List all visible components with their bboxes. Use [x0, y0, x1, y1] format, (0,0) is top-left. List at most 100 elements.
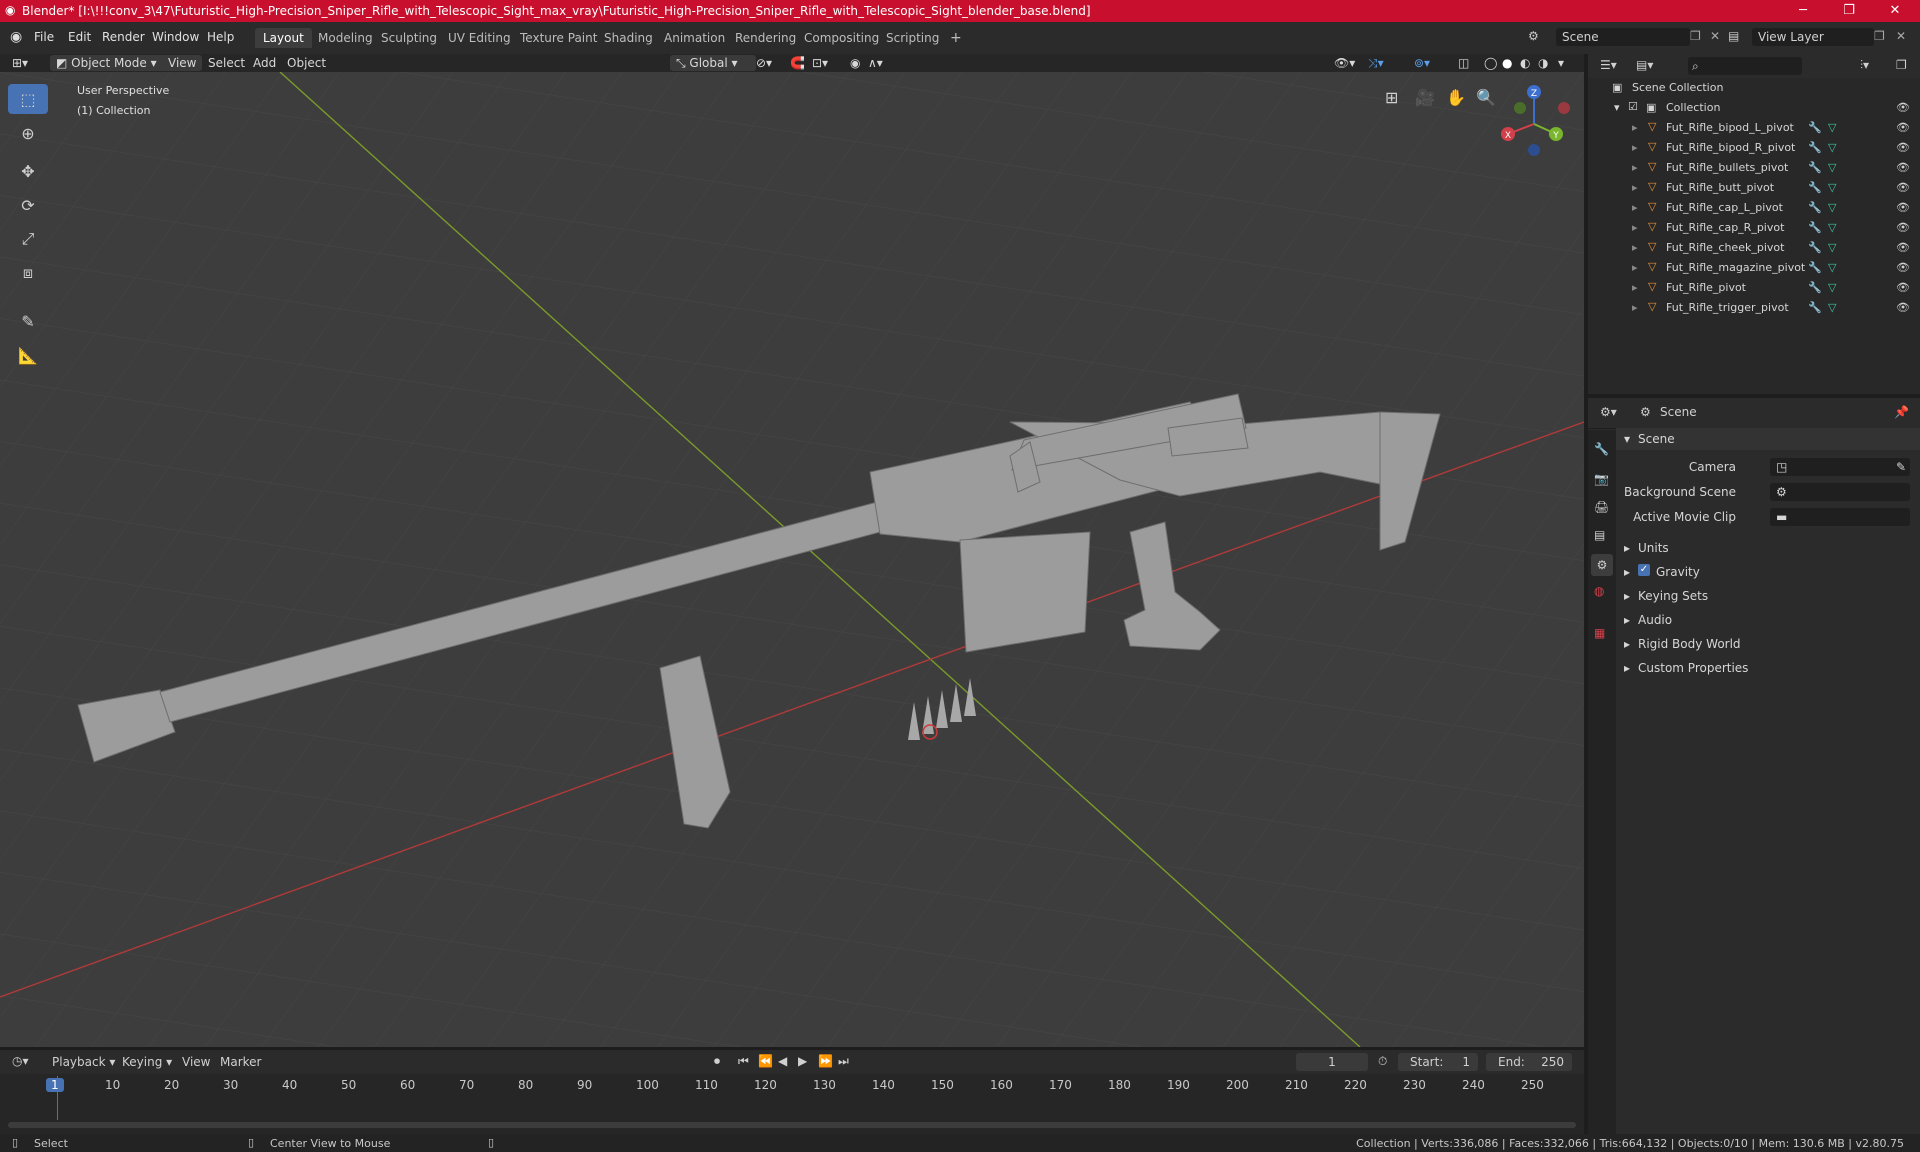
zoom-view-icon[interactable]: 🔍: [1476, 88, 1496, 107]
stopwatch-icon[interactable]: ⏱: [1378, 1054, 1387, 1069]
visibility-eye-icon[interactable]: 👁: [1896, 221, 1910, 234]
mesh-data-icon[interactable]: ▽: [1828, 121, 1836, 134]
world-tab-icon[interactable]: ◍: [1594, 584, 1604, 598]
jump-end-icon[interactable]: ⏭: [838, 1054, 849, 1069]
visibility-eye-icon[interactable]: 👁: [1896, 301, 1910, 314]
visibility-eye-icon[interactable]: 👁: [1896, 241, 1910, 254]
view-layer-tab-icon[interactable]: ▤: [1594, 528, 1605, 542]
menu-help[interactable]: Help: [207, 30, 234, 44]
outliner-object-row[interactable]: ▸ ▽ Fut_Rifle_bipod_L_pivot 🔧 ▽ 👁: [1588, 118, 1920, 138]
xray-toggle-icon[interactable]: ◫: [1458, 55, 1469, 71]
next-keyframe-icon[interactable]: ⏩: [818, 1054, 833, 1068]
tab-compositing[interactable]: Compositing: [796, 28, 887, 48]
delete-scene-icon[interactable]: ✕: [1710, 29, 1720, 43]
gizmo-toggle-icon[interactable]: ⤨▾: [1368, 55, 1384, 71]
outliner-collection[interactable]: ▾ ☑ ▣ Collection 👁: [1588, 98, 1920, 118]
expand-icon[interactable]: ▸: [1632, 241, 1638, 254]
camera-view-icon[interactable]: 🎥: [1415, 88, 1435, 107]
tab-texture-paint[interactable]: Texture Paint: [512, 28, 605, 48]
outliner-object-row[interactable]: ▸ ▽ Fut_Rifle_bullets_pivot 🔧 ▽ 👁: [1588, 158, 1920, 178]
outliner-object-row[interactable]: ▸ ▽ Fut_Rifle_cap_R_pivot 🔧 ▽ 👁: [1588, 218, 1920, 238]
tab-animation[interactable]: Animation: [656, 28, 733, 48]
scene-selector[interactable]: Scene: [1556, 28, 1690, 46]
display-mode-icon[interactable]: ☰▾: [1600, 58, 1617, 72]
record-icon[interactable]: ⏺: [714, 1054, 720, 1069]
visibility-eye-icon[interactable]: 👁: [1896, 161, 1910, 174]
scene-subpanel-audio[interactable]: ▸ Audio: [1616, 609, 1920, 631]
snap-icon[interactable]: 🧲: [790, 55, 805, 71]
eyedropper-icon[interactable]: ✎: [1896, 458, 1906, 476]
expand-icon[interactable]: ▸: [1632, 141, 1638, 154]
modifier-wrench-icon[interactable]: 🔧: [1808, 301, 1822, 314]
rendered-shading-icon[interactable]: ◑: [1538, 55, 1548, 71]
mesh-data-icon[interactable]: ▽: [1828, 161, 1836, 174]
3d-viewport[interactable]: User Perspective (1) Collection ⊞ 🎥 ✋ 🔍 …: [0, 72, 1584, 1047]
background-scene-field[interactable]: ⚙: [1770, 483, 1910, 501]
tool-tab-icon[interactable]: 🔧: [1594, 442, 1609, 456]
viewport-menu-select[interactable]: Select: [208, 55, 245, 71]
rifle-magazine[interactable]: [959, 531, 1091, 653]
mesh-data-icon[interactable]: ▽: [1828, 201, 1836, 214]
menu-window[interactable]: Window: [152, 30, 199, 44]
scene-subpanel-keying-sets[interactable]: ▸ Keying Sets: [1616, 585, 1920, 607]
expand-icon[interactable]: ▸: [1632, 301, 1638, 314]
modifier-wrench-icon[interactable]: 🔧: [1808, 201, 1822, 214]
collection-checkbox[interactable]: ☑: [1628, 100, 1638, 113]
modifier-wrench-icon[interactable]: 🔧: [1808, 121, 1822, 134]
modifier-wrench-icon[interactable]: 🔧: [1808, 241, 1822, 254]
blender-menu-icon[interactable]: ◉: [10, 29, 22, 45]
visibility-icon[interactable]: 👁▾: [1334, 55, 1355, 71]
expand-icon[interactable]: ▸: [1632, 281, 1638, 294]
texture-tab-icon[interactable]: ▦: [1594, 626, 1605, 640]
current-frame-field[interactable]: 1: [1296, 1053, 1368, 1071]
scene-subpanel-gravity[interactable]: ▸ ✓ Gravity: [1616, 561, 1920, 583]
play-icon[interactable]: ▶: [798, 1054, 807, 1068]
expand-icon[interactable]: ▸: [1632, 181, 1638, 194]
new-collection-icon[interactable]: ❐: [1896, 58, 1907, 72]
scene-subpanel-rigid-body-world[interactable]: ▸ Rigid Body World: [1616, 633, 1920, 655]
timeline-editor-icon[interactable]: ◷▾: [12, 1054, 29, 1068]
delete-view-layer-icon[interactable]: ✕: [1896, 29, 1906, 43]
material-shading-icon[interactable]: ◐: [1520, 55, 1530, 71]
add-workspace-icon[interactable]: +: [942, 28, 970, 48]
wireframe-shading-icon[interactable]: ◯: [1484, 55, 1497, 71]
tab-modeling[interactable]: Modeling: [310, 28, 381, 48]
expand-icon[interactable]: ▸: [1632, 161, 1638, 174]
scene-panel-header[interactable]: ▾ Scene: [1616, 428, 1920, 450]
pin-icon[interactable]: 📌: [1894, 405, 1909, 419]
scale-tool[interactable]: ⤢: [8, 224, 48, 254]
visibility-eye-icon[interactable]: 👁: [1896, 261, 1910, 274]
viewport-menu-view[interactable]: View: [168, 55, 196, 71]
expand-icon[interactable]: ▸: [1632, 221, 1638, 234]
modifier-wrench-icon[interactable]: 🔧: [1808, 221, 1822, 234]
filter-icon[interactable]: ⫶▾: [1860, 58, 1869, 73]
outliner-object-row[interactable]: ▸ ▽ Fut_Rifle_bipod_R_pivot 🔧 ▽ 👁: [1588, 138, 1920, 158]
expand-icon[interactable]: ▸: [1632, 121, 1638, 134]
transform-tool[interactable]: ⧈: [8, 258, 48, 288]
viewport-menu-object[interactable]: Object: [287, 55, 326, 71]
timeline-menu-marker[interactable]: Marker: [220, 1055, 261, 1069]
mesh-data-icon[interactable]: ▽: [1828, 241, 1836, 254]
tab-rendering[interactable]: Rendering: [727, 28, 804, 48]
timeline-scrollbar[interactable]: [8, 1122, 1576, 1128]
tab-scripting[interactable]: Scripting: [878, 28, 947, 48]
rotate-tool[interactable]: ⟳: [8, 190, 48, 220]
jump-start-icon[interactable]: ⏮: [738, 1054, 749, 1069]
mesh-data-icon[interactable]: ▽: [1828, 261, 1836, 274]
collapse-icon[interactable]: ▾: [1614, 101, 1620, 114]
expand-icon[interactable]: ▸: [1632, 201, 1638, 214]
play-reverse-icon[interactable]: ◀: [778, 1054, 787, 1068]
mesh-data-icon[interactable]: ▽: [1828, 221, 1836, 234]
navigation-gizmo[interactable]: Z Y X: [1494, 84, 1574, 164]
annotate-tool[interactable]: ✎: [8, 306, 48, 336]
new-view-layer-icon[interactable]: ❐: [1874, 29, 1885, 43]
cursor-tool[interactable]: ⊕: [8, 118, 48, 148]
prev-keyframe-icon[interactable]: ⏪: [758, 1054, 773, 1068]
modifier-wrench-icon[interactable]: 🔧: [1808, 161, 1822, 174]
mesh-data-icon[interactable]: ▽: [1828, 141, 1836, 154]
menu-render[interactable]: Render: [102, 30, 145, 44]
pivot-point-icon[interactable]: ⊘▾: [756, 55, 772, 71]
outliner-object-row[interactable]: ▸ ▽ Fut_Rifle_trigger_pivot 🔧 ▽ 👁: [1588, 298, 1920, 318]
grid-view-icon[interactable]: ⊞: [1385, 88, 1398, 107]
proportional-editing-icon[interactable]: ◉: [850, 55, 860, 71]
